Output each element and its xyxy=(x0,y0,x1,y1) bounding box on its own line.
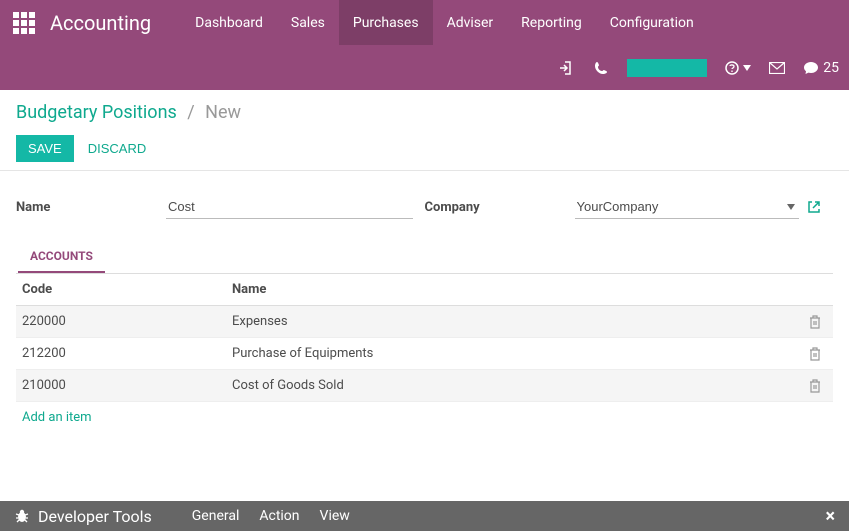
cell-code: 210000 xyxy=(16,370,226,402)
cell-code: 220000 xyxy=(16,306,226,338)
apps-icon xyxy=(13,12,35,34)
app-title: Accounting xyxy=(50,11,151,35)
col-header-code: Code xyxy=(16,274,226,306)
control-panel: Budgetary Positions / New SAVE DISCARD xyxy=(0,90,849,171)
company-label: Company xyxy=(425,200,575,215)
nav-reporting[interactable]: Reporting xyxy=(507,0,596,45)
trash-icon xyxy=(809,379,821,393)
trash-icon xyxy=(809,347,821,361)
save-button[interactable]: SAVE xyxy=(16,135,74,162)
form-sheet: Name Company ACCOUNTS xyxy=(0,171,849,441)
nav-adviser[interactable]: Adviser xyxy=(433,0,508,45)
add-item-link[interactable]: Add an item xyxy=(16,402,833,433)
cell-name: Purchase of Equipments xyxy=(226,338,803,370)
bug-icon xyxy=(14,508,30,524)
devtools-tab-general[interactable]: General xyxy=(192,508,240,524)
tab-accounts[interactable]: ACCOUNTS xyxy=(18,241,105,273)
accounts-table: Code Name 220000 Expenses 212200 Purchas… xyxy=(16,274,833,433)
messages-count: 25 xyxy=(823,60,839,76)
breadcrumb-separator: / xyxy=(187,102,194,123)
name-label: Name xyxy=(16,200,166,215)
chat-icon xyxy=(803,61,819,75)
nav-sales[interactable]: Sales xyxy=(277,0,339,45)
discard-button[interactable]: DISCARD xyxy=(88,141,147,156)
nav-menu: Dashboard Sales Purchases Adviser Report… xyxy=(181,0,708,45)
company-external-link[interactable] xyxy=(807,200,821,214)
help-dropdown[interactable] xyxy=(725,60,751,76)
trash-icon xyxy=(809,315,821,329)
caret-down-icon xyxy=(743,65,751,71)
devtools-title: Developer Tools xyxy=(38,507,152,526)
user-menu[interactable] xyxy=(627,59,707,77)
main-navbar: Accounting Dashboard Sales Purchases Adv… xyxy=(0,0,849,45)
notebook-tabs: ACCOUNTS xyxy=(16,241,833,274)
delete-row-button[interactable] xyxy=(809,347,827,361)
table-row[interactable]: 220000 Expenses xyxy=(16,306,833,338)
messages-button[interactable]: 25 xyxy=(803,60,839,76)
col-header-name: Name xyxy=(226,274,803,306)
breadcrumb-current: New xyxy=(205,102,241,123)
external-link-icon xyxy=(807,200,821,214)
phone-icon[interactable] xyxy=(593,60,609,76)
cell-name: Expenses xyxy=(226,306,803,338)
breadcrumb: Budgetary Positions / New xyxy=(16,102,833,123)
devtools-tab-action[interactable]: Action xyxy=(259,508,299,524)
breadcrumb-parent[interactable]: Budgetary Positions xyxy=(16,102,177,123)
login-icon[interactable] xyxy=(559,60,575,76)
delete-row-button[interactable] xyxy=(809,315,827,329)
apps-menu-button[interactable] xyxy=(4,0,44,45)
name-input[interactable] xyxy=(166,195,413,219)
mail-icon[interactable] xyxy=(769,60,785,76)
company-input[interactable] xyxy=(575,195,800,219)
nav-purchases[interactable]: Purchases xyxy=(339,0,433,45)
nav-configuration[interactable]: Configuration xyxy=(596,0,708,45)
devtools-tab-view[interactable]: View xyxy=(320,508,350,524)
systray: 25 xyxy=(0,45,849,90)
delete-row-button[interactable] xyxy=(809,379,827,393)
nav-dashboard[interactable]: Dashboard xyxy=(181,0,277,45)
cell-name: Cost of Goods Sold xyxy=(226,370,803,402)
devtools-close-button[interactable]: × xyxy=(825,506,835,527)
cell-code: 212200 xyxy=(16,338,226,370)
table-row[interactable]: 210000 Cost of Goods Sold xyxy=(16,370,833,402)
table-row[interactable]: 212200 Purchase of Equipments xyxy=(16,338,833,370)
